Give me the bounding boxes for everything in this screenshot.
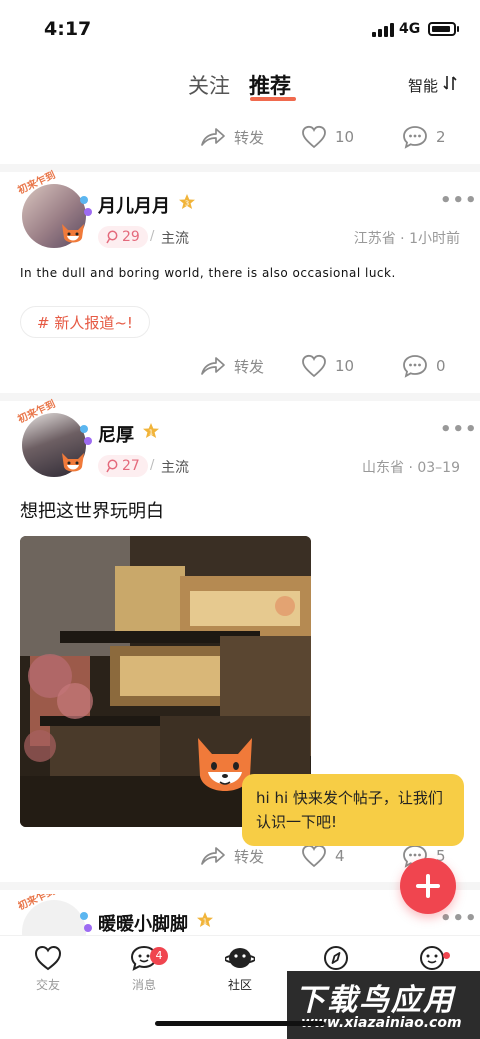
watermark: 下载鸟应用 www.xiazainiao.com bbox=[287, 971, 480, 1039]
tab-follow[interactable]: 关注 bbox=[188, 70, 230, 100]
share-button[interactable]: 转发 bbox=[200, 844, 264, 868]
sort-button[interactable]: 智能 bbox=[408, 75, 438, 96]
share-icon bbox=[201, 357, 225, 375]
share-label: 转发 bbox=[234, 847, 265, 866]
likes-count: 29 bbox=[122, 229, 140, 245]
like-button[interactable]: 4 bbox=[301, 844, 345, 868]
heart-icon bbox=[302, 354, 326, 378]
watermark-title: 下载鸟应用 bbox=[295, 983, 455, 1018]
more-options-button[interactable]: ••• bbox=[440, 190, 478, 211]
category-label[interactable]: 主流 bbox=[161, 228, 189, 248]
notification-dot bbox=[443, 952, 450, 959]
share-label: 转发 bbox=[234, 357, 265, 376]
nav-item-community[interactable]: 社区 bbox=[210, 944, 270, 993]
comment-button[interactable]: 0 bbox=[402, 354, 446, 378]
create-post-button[interactable] bbox=[400, 858, 456, 914]
separator: / bbox=[150, 458, 155, 473]
like-pin-icon bbox=[106, 230, 118, 244]
svg-text:1: 1 bbox=[149, 429, 153, 437]
avatar[interactable]: 初来乍到 bbox=[18, 894, 92, 935]
more-options-button[interactable]: ••• bbox=[440, 908, 478, 929]
feed-header: 关注 推荐 智能 bbox=[0, 56, 480, 112]
level-star-icon: 3 bbox=[179, 194, 195, 209]
hashtag-chip[interactable]: # 新人报道~! bbox=[20, 306, 150, 338]
tab-active-indicator bbox=[250, 97, 296, 101]
share-icon bbox=[201, 128, 225, 146]
share-button[interactable]: 转发 bbox=[200, 354, 264, 378]
home-indicator[interactable] bbox=[155, 1021, 325, 1026]
tab-recommend[interactable]: 推荐 bbox=[249, 70, 291, 100]
like-count: 10 bbox=[335, 357, 355, 375]
nav-label: 社区 bbox=[227, 978, 252, 992]
battery-icon bbox=[428, 22, 456, 36]
status-time: 4:17 bbox=[44, 18, 92, 40]
network-label: 4G bbox=[399, 21, 421, 37]
location-time: 山东省 · 03–19 bbox=[362, 460, 460, 476]
comment-button[interactable]: 2 bbox=[402, 125, 446, 149]
svg-text:1: 1 bbox=[203, 918, 207, 926]
comment-count: 2 bbox=[436, 128, 446, 146]
likes-count: 27 bbox=[122, 458, 140, 474]
nav-item-messages[interactable]: 4 消息 bbox=[114, 944, 174, 993]
location-time: 江苏省 · 1小时前 bbox=[353, 231, 460, 247]
more-options-button[interactable]: ••• bbox=[440, 419, 478, 440]
share-button[interactable]: 转发 bbox=[200, 125, 264, 149]
profile-smile-icon bbox=[420, 946, 444, 970]
avatar[interactable]: 初来乍到 bbox=[16, 170, 92, 252]
sort-toggle-icon[interactable] bbox=[443, 75, 457, 91]
share-icon bbox=[201, 847, 225, 865]
nav-label: 消息 bbox=[131, 978, 156, 992]
share-label: 转发 bbox=[234, 128, 265, 147]
like-pin-icon bbox=[106, 459, 118, 473]
compass-icon bbox=[324, 946, 348, 970]
category-label[interactable]: 主流 bbox=[161, 457, 189, 477]
likes-badge: 27 bbox=[98, 455, 148, 477]
nav-item-friends[interactable]: 交友 bbox=[18, 944, 78, 993]
post-text: In the dull and boring world, there is a… bbox=[20, 266, 396, 280]
battery-cap bbox=[457, 26, 459, 32]
unread-badge: 4 bbox=[150, 947, 168, 965]
like-button[interactable]: 10 bbox=[301, 354, 354, 378]
section-divider bbox=[0, 164, 480, 172]
heart-icon bbox=[302, 844, 326, 868]
separator: / bbox=[150, 229, 155, 244]
section-divider bbox=[0, 393, 480, 401]
heart-icon bbox=[302, 125, 326, 149]
comment-icon bbox=[403, 126, 427, 149]
post-actions: 转发 10 0 bbox=[0, 346, 480, 386]
heart-chat-icon bbox=[34, 945, 62, 971]
planet-icon bbox=[225, 948, 255, 968]
fox-mascot-icon bbox=[62, 224, 84, 243]
like-count: 10 bbox=[335, 128, 355, 146]
like-count: 4 bbox=[335, 847, 345, 865]
status-bar: 4:17 4G bbox=[0, 0, 480, 56]
avatar[interactable]: 初来乍到 bbox=[16, 399, 92, 481]
username[interactable]: 尼厚 bbox=[98, 421, 134, 447]
post-actions: 转发 10 2 bbox=[0, 117, 480, 157]
fox-mascot-icon bbox=[62, 453, 84, 472]
likes-badge: 29 bbox=[98, 226, 148, 248]
onboarding-tooltip[interactable]: hi hi 快来发个帖子，让我们认识一下吧! bbox=[242, 774, 464, 846]
like-button[interactable]: 10 bbox=[301, 125, 354, 149]
watermark-url: www.xiazainiao.com bbox=[301, 1015, 462, 1031]
username[interactable]: 暖暖小脚脚 bbox=[98, 910, 188, 936]
level-star-icon: 1 bbox=[143, 423, 159, 438]
comment-icon bbox=[403, 355, 427, 378]
username[interactable]: 月儿月月 bbox=[98, 192, 170, 218]
comment-count: 0 bbox=[436, 357, 446, 375]
svg-text:3: 3 bbox=[185, 200, 189, 208]
level-star-icon: 1 bbox=[197, 912, 213, 927]
nav-label: 交友 bbox=[35, 978, 60, 992]
post-text: 想把这世界玩明白 bbox=[20, 501, 164, 522]
signal-icon bbox=[372, 23, 394, 37]
